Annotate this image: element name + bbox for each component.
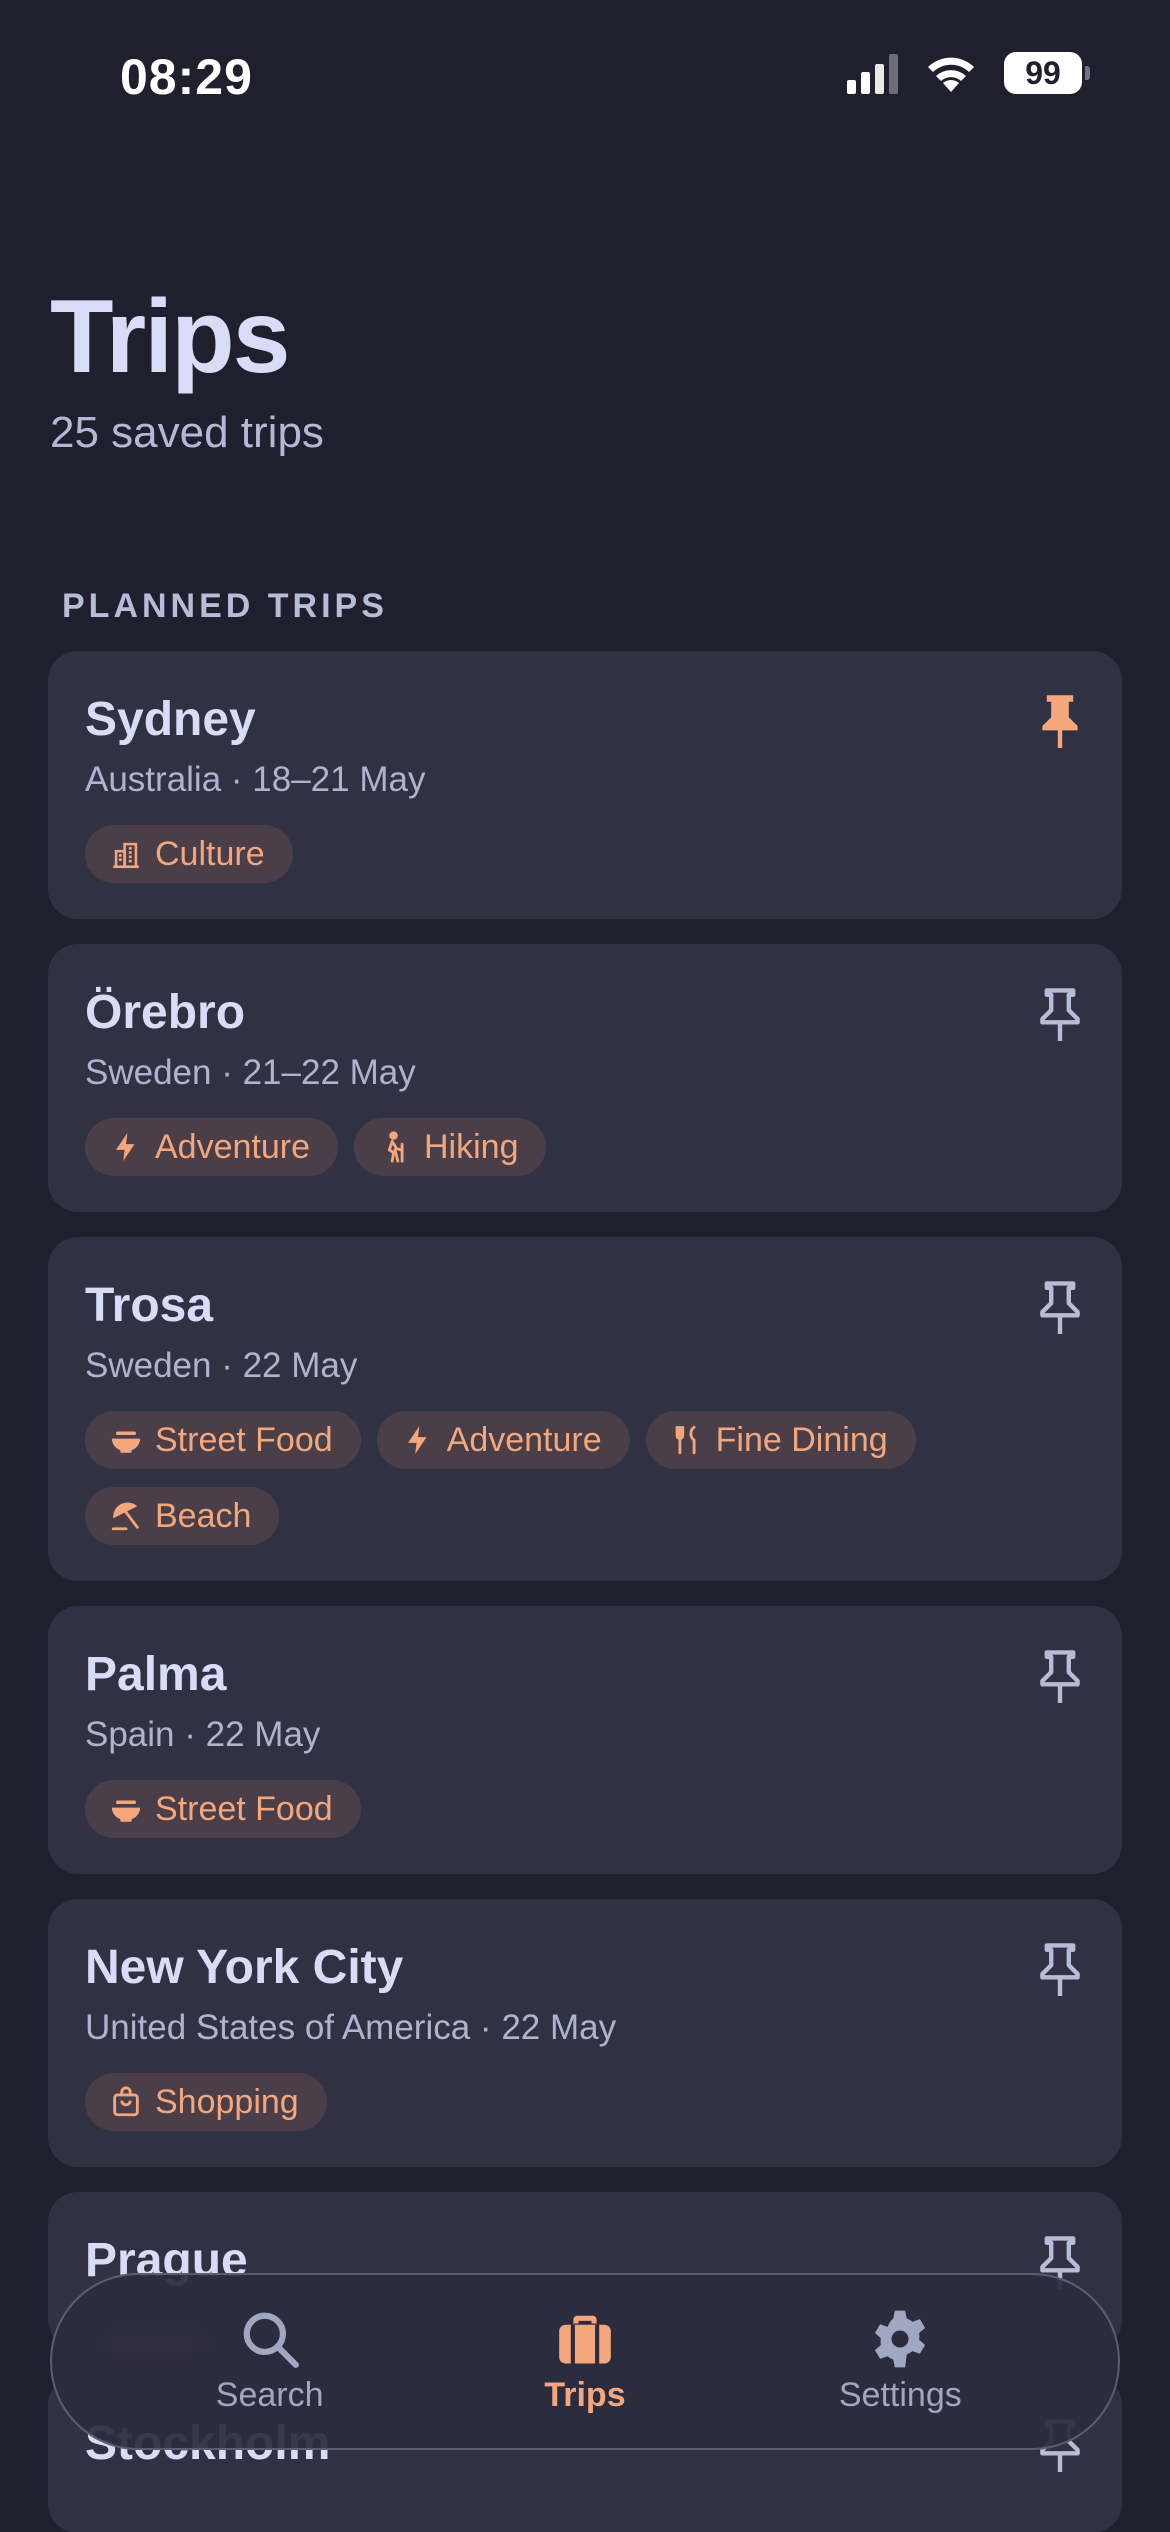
trip-meta: Sweden · 22 May <box>85 1346 358 1385</box>
trip-tags: Culture <box>85 825 1085 883</box>
trip-country: Spain <box>85 1715 175 1754</box>
trip-meta: Australia · 18–21 May <box>85 760 426 799</box>
section-label: PLANNED TRIPS <box>62 587 388 625</box>
trip-name: Palma <box>85 1648 227 1701</box>
trip-tags: Street Food Adventure Fine Dining Beach <box>85 1411 1085 1545</box>
bowl-icon <box>109 1792 143 1826</box>
trip-dates: 22 May <box>242 1346 358 1385</box>
wifi-icon <box>928 57 974 92</box>
status-time: 08:29 <box>120 49 253 105</box>
tag-label: Culture <box>155 834 265 873</box>
status-bar: 08:29 99 <box>0 0 1170 150</box>
trip-tags: Shopping <box>85 2073 1085 2131</box>
trip-dates: 22 May <box>205 1715 321 1754</box>
umbrella-icon <box>109 1499 143 1533</box>
pin-filled-icon[interactable] <box>1038 693 1082 748</box>
trip-name: Sydney <box>85 693 256 746</box>
tag-chip: Culture <box>85 825 293 883</box>
trip-country: United States of America <box>85 2008 471 2047</box>
page-title: Trips <box>50 279 291 395</box>
bag-icon <box>109 2085 143 2119</box>
pin-icon[interactable] <box>1038 1648 1082 1703</box>
trip-country: Sweden <box>85 1053 212 1092</box>
trip-name: New York City <box>85 1941 404 1994</box>
cellular-signal-icon <box>847 52 898 94</box>
pin-icon[interactable] <box>1038 986 1082 1041</box>
trip-dates: 18–21 May <box>252 760 426 799</box>
trip-name: Örebro <box>85 986 246 1039</box>
tag-label: Adventure <box>155 1127 310 1166</box>
trip-name: Trosa <box>85 1279 214 1332</box>
pin-icon[interactable] <box>1038 1279 1082 1334</box>
tag-label: Street Food <box>155 1420 333 1459</box>
trip-list: Sydney Australia · 18–21 May Culture Örebro… <box>48 651 1122 2532</box>
trip-card[interactable]: Palma Spain · 22 May Street Food <box>48 1606 1122 1874</box>
bolt-icon <box>109 1130 143 1164</box>
trip-meta: Spain · 22 May <box>85 1715 321 1754</box>
tag-chip: Street Food <box>85 1411 361 1469</box>
tab-trips[interactable]: Trips <box>475 2308 695 2415</box>
gear-icon <box>869 2308 931 2370</box>
battery-level: 99 <box>1004 52 1082 94</box>
utensils-icon <box>670 1423 704 1457</box>
tag-chip: Hiking <box>354 1118 547 1176</box>
building-icon <box>109 837 143 871</box>
trip-card[interactable]: Trosa Sweden · 22 May Street Food Adventure… <box>48 1237 1122 1581</box>
tag-chip: Shopping <box>85 2073 327 2131</box>
trip-card[interactable]: New York City United States of America · … <box>48 1899 1122 2167</box>
tab-label: Trips <box>544 2376 626 2414</box>
tag-chip: Adventure <box>376 1411 630 1469</box>
tab-label: Search <box>215 2376 324 2414</box>
tag-label: Fine Dining <box>715 1420 888 1459</box>
trip-meta: Sweden · 21–22 May <box>85 1053 416 1092</box>
trip-country: Australia <box>85 760 222 799</box>
tag-label: Adventure <box>446 1420 602 1459</box>
trip-tags: Adventure Hiking <box>85 1118 1085 1176</box>
trip-card[interactable]: Sydney Australia · 18–21 May Culture <box>48 651 1122 919</box>
tag-chip: Adventure <box>85 1118 338 1176</box>
status-icons: 99 <box>847 52 1090 94</box>
trip-dates: 21–22 May <box>242 1053 416 1092</box>
tab-search[interactable]: Search <box>160 2308 380 2415</box>
trip-card[interactable]: Örebro Sweden · 21–22 May Adventure Hiking <box>48 944 1122 1212</box>
tag-chip: Fine Dining <box>645 1411 916 1469</box>
bowl-icon <box>109 1423 143 1457</box>
pin-icon[interactable] <box>1038 1941 1082 1996</box>
tag-label: Shopping <box>155 2082 299 2121</box>
bolt-icon <box>401 1423 435 1457</box>
tag-label: Beach <box>155 1496 252 1535</box>
tab-bar: Search Trips Settings <box>50 2273 1120 2450</box>
tag-chip: Street Food <box>85 1780 361 1838</box>
search-icon <box>239 2308 301 2370</box>
tag-chip: Beach <box>85 1487 280 1545</box>
trip-country: Sweden <box>85 1346 212 1385</box>
tab-settings[interactable]: Settings <box>790 2308 1010 2415</box>
page-subtitle: 25 saved trips <box>50 408 324 457</box>
tag-label: Hiking <box>424 1127 519 1166</box>
tab-label: Settings <box>838 2376 962 2414</box>
trip-tags: Street Food <box>85 1780 1085 1838</box>
hiker-icon <box>378 1130 412 1164</box>
suitcase-icon <box>554 2308 616 2370</box>
tag-label: Street Food <box>155 1789 333 1828</box>
battery-icon: 99 <box>1004 52 1090 94</box>
trip-meta: United States of America · 22 May <box>85 2008 617 2047</box>
trip-dates: 22 May <box>501 2008 617 2047</box>
